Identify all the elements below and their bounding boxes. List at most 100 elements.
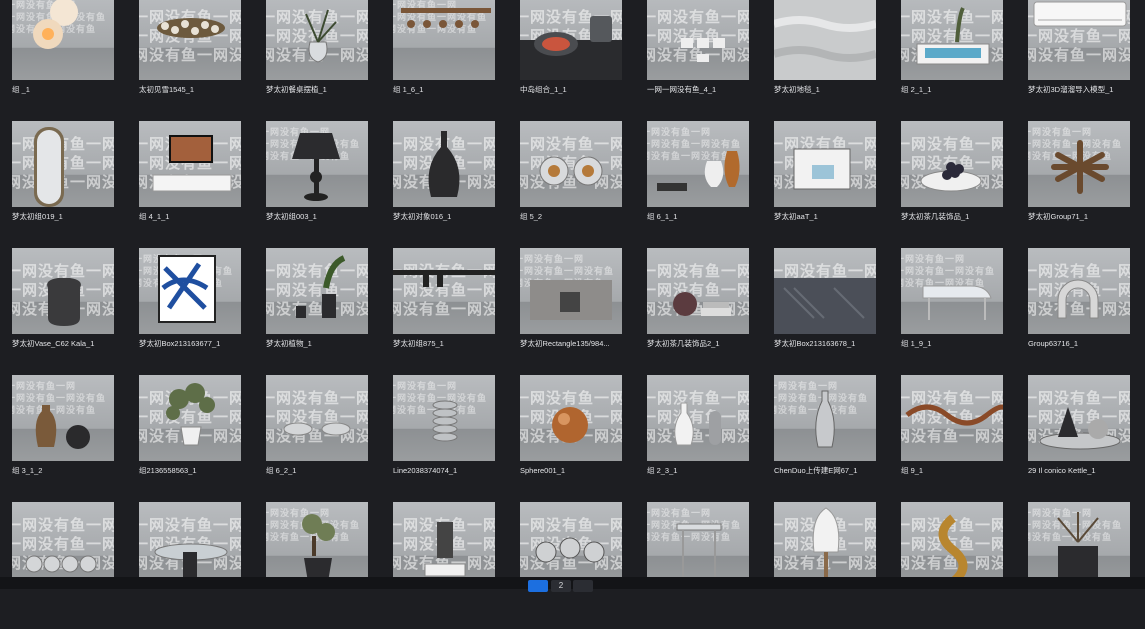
potted-plants-icon [296,255,346,318]
asset-card[interactable]: 一网没有鱼一网 一网没有鱼一网没有鱼 网没有鱼一网没有鱼梦太初植物_1 [254,248,381,375]
asset-thumbnail[interactable]: 一网没有鱼一网 一网没有鱼一网没有鱼 网没有鱼一网没有鱼 [1028,121,1130,207]
asset-thumbnail[interactable]: 一网没有鱼一网 一网没有鱼一网没有鱼 网没有鱼一网没有鱼 [266,248,368,334]
asset-thumbnail[interactable]: 一网没有鱼一网 一网没有鱼一网没有鱼 网没有鱼一网没有鱼 [1028,502,1130,588]
asset-card[interactable]: 一网没有鱼一网 一网没有鱼一网没有鱼 网没有鱼一网没有鱼一网一网没有鱼_4_1 [635,0,762,121]
asset-card[interactable]: 一网没有鱼一网 一网没有鱼一网没有鱼 网没有鱼一网没有鱼组 1_9_1 [889,248,1016,375]
asset-thumbnail[interactable]: 一网没有鱼一网 一网没有鱼一网没有鱼 网没有鱼一网没有鱼 [774,502,876,588]
asset-thumbnail[interactable]: 一网没有鱼一网 一网没有鱼一网没有鱼 网没有鱼一网没有鱼 [774,121,876,207]
next-page-button[interactable] [573,580,593,592]
asset-card[interactable]: 一网没有鱼一网 一网没有鱼一网没有鱼 网没有鱼一网没有鱼 [508,502,635,629]
asset-thumbnail[interactable]: 一网没有鱼一网 一网没有鱼一网没有鱼 网没有鱼一网没有鱼 [1028,375,1130,461]
asset-card[interactable]: 一网没有鱼一网 一网没有鱼一网没有鱼 网没有鱼一网没有鱼 Group63716_1 [1016,248,1143,375]
asset-thumbnail[interactable]: 一网没有鱼一网 一网没有鱼一网没有鱼 网没有鱼一网没有鱼 [266,0,368,80]
asset-card[interactable]: 一网没有鱼一网 一网没有鱼一网没有鱼 网没有鱼一网没有鱼梦太初组003_1 [254,121,381,248]
asset-card[interactable]: 一网没有鱼一网 一网没有鱼一网没有鱼 网没有鱼一网没有鱼 ChenDuo上传建E网… [762,375,889,502]
asset-thumbnail[interactable]: 一网没有鱼一网 一网没有鱼一网没有鱼 网没有鱼一网没有鱼 [266,502,368,588]
asset-thumbnail[interactable]: 一网没有鱼一网 一网没有鱼一网没有鱼 网没有鱼一网没有鱼 [774,375,876,461]
asset-thumbnail[interactable]: 一网没有鱼一网 一网没有鱼一网没有鱼 网没有鱼一网没有鱼 [1028,0,1130,80]
prev-page-button[interactable] [528,580,548,592]
asset-card[interactable]: 一网没有鱼一网 一网没有鱼一网没有鱼 网没有鱼一网没有鱼梦太初地毯_1 [762,0,889,121]
chrome-vase-icon [815,390,835,448]
asset-card[interactable]: 一网没有鱼一网 一网没有鱼一网没有鱼 网没有鱼一网没有鱼组 4_1_1 [127,121,254,248]
asset-thumbnail[interactable]: 一网没有鱼一网 一网没有鱼一网没有鱼 网没有鱼一网没有鱼 [12,375,114,461]
asset-thumbnail[interactable]: 一网没有鱼一网 一网没有鱼一网没有鱼 网没有鱼一网没有鱼 [12,121,114,207]
asset-card[interactable]: 一网没有鱼一网 一网没有鱼一网没有鱼 网没有鱼一网没有鱼梦太初组019_1 [0,121,127,248]
asset-card[interactable]: 一网没有鱼一网 一网没有鱼一网没有鱼 网没有鱼一网没有鱼组 2_3_1 [635,375,762,502]
asset-thumbnail[interactable]: 一网没有鱼一网 一网没有鱼一网没有鱼 网没有鱼一网没有鱼 [393,248,495,334]
asset-card[interactable]: 一网没有鱼一网 一网没有鱼一网没有鱼 网没有鱼一网没有鱼 [381,502,508,629]
asset-card[interactable]: 一网没有鱼一网 一网没有鱼一网没有鱼 网没有鱼一网没有鱼组 6_1_1 [635,121,762,248]
asset-thumbnail[interactable]: 一网没有鱼一网 一网没有鱼一网没有鱼 网没有鱼一网没有鱼 [139,248,241,334]
asset-thumbnail[interactable]: 一网没有鱼一网 一网没有鱼一网没有鱼 网没有鱼一网没有鱼 [901,375,1003,461]
asset-thumbnail[interactable]: 一网没有鱼一网 一网没有鱼一网没有鱼 网没有鱼一网没有鱼 [774,0,876,80]
asset-card[interactable]: 一网没有鱼一网 一网没有鱼一网没有鱼 网没有鱼一网没有鱼 [127,502,254,629]
asset-thumbnail[interactable]: 一网没有鱼一网 一网没有鱼一网没有鱼 网没有鱼一网没有鱼 [520,0,622,80]
asset-thumbnail[interactable]: 一网没有鱼一网 一网没有鱼一网没有鱼 网没有鱼一网没有鱼 [266,375,368,461]
asset-card[interactable]: 一网没有鱼一网 一网没有鱼一网没有鱼 网没有鱼一网没有鱼 [635,502,762,629]
asset-thumbnail[interactable]: 一网没有鱼一网 一网没有鱼一网没有鱼 网没有鱼一网没有鱼 [774,248,876,334]
asset-card[interactable]: 一网没有鱼一网 一网没有鱼一网没有鱼 网没有鱼一网没有鱼组 6_2_1 [254,375,381,502]
asset-thumbnail[interactable]: 一网没有鱼一网 一网没有鱼一网没有鱼 网没有鱼一网没有鱼 [139,0,241,80]
asset-card[interactable]: 一网没有鱼一网 一网没有鱼一网没有鱼 网没有鱼一网没有鱼梦太初组875_1 [381,248,508,375]
asset-thumbnail[interactable]: 一网没有鱼一网 一网没有鱼一网没有鱼 网没有鱼一网没有鱼 [139,502,241,588]
page-button[interactable]: 2 [551,580,571,592]
asset-thumbnail[interactable]: 一网没有鱼一网 一网没有鱼一网没有鱼 网没有鱼一网没有鱼 [520,248,622,334]
asset-card[interactable]: 一网没有鱼一网 一网没有鱼一网没有鱼 网没有鱼一网没有鱼组 9_1 [889,375,1016,502]
asset-card[interactable]: 一网没有鱼一网 一网没有鱼一网没有鱼 网没有鱼一网没有鱼梦太初对象016_1 [381,121,508,248]
asset-card[interactable]: 一网没有鱼一网 一网没有鱼一网没有鱼 网没有鱼一网没有鱼组 2_1_1 [889,0,1016,121]
asset-thumbnail[interactable]: 一网没有鱼一网 一网没有鱼一网没有鱼 网没有鱼一网没有鱼 [266,121,368,207]
asset-card[interactable]: 一网没有鱼一网 一网没有鱼一网没有鱼 网没有鱼一网没有鱼 [762,502,889,629]
asset-card[interactable]: 一网没有鱼一网 一网没有鱼一网没有鱼 网没有鱼一网没有鱼梦太初茶几装饰品_1 [889,121,1016,248]
asset-card[interactable]: 一网没有鱼一网 一网没有鱼一网没有鱼 网没有鱼一网没有鱼 梦太初Group71_1 [1016,121,1143,248]
asset-card[interactable]: 一网没有鱼一网 一网没有鱼一网没有鱼 网没有鱼一网没有鱼太初见雪1545_1 [127,0,254,121]
asset-thumbnail[interactable]: 一网没有鱼一网 一网没有鱼一网没有鱼 网没有鱼一网没有鱼 [647,248,749,334]
asset-thumbnail[interactable]: 一网没有鱼一网 一网没有鱼一网没有鱼 网没有鱼一网没有鱼 [647,121,749,207]
asset-thumbnail[interactable]: 一网没有鱼一网 一网没有鱼一网没有鱼 网没有鱼一网没有鱼 [393,121,495,207]
asset-thumbnail[interactable]: 一网没有鱼一网 一网没有鱼一网没有鱼 网没有鱼一网没有鱼 [393,375,495,461]
asset-card[interactable]: 一网没有鱼一网 一网没有鱼一网没有鱼 网没有鱼一网没有鱼梦太初餐桌摆植_1 [254,0,381,121]
asset-card[interactable]: 一网没有鱼一网 一网没有鱼一网没有鱼 网没有鱼一网没有鱼组 1_6_1 [381,0,508,121]
asset-thumbnail[interactable]: 一网没有鱼一网 一网没有鱼一网没有鱼 网没有鱼一网没有鱼 [901,248,1003,334]
asset-thumbnail[interactable]: 一网没有鱼一网 一网没有鱼一网没有鱼 网没有鱼一网没有鱼 [393,502,495,588]
asset-label: 一网一网没有鱼_4_1 [647,85,717,94]
asset-thumbnail[interactable]: 一网没有鱼一网 一网没有鱼一网没有鱼 网没有鱼一网没有鱼 [647,375,749,461]
asset-thumbnail[interactable]: 一网没有鱼一网 一网没有鱼一网没有鱼 网没有鱼一网没有鱼 [139,375,241,461]
asset-card[interactable]: 一网没有鱼一网 一网没有鱼一网没有鱼 网没有鱼一网没有鱼梦太初Rectangle… [508,248,635,375]
asset-card[interactable]: 一网没有鱼一网 一网没有鱼一网没有鱼 网没有鱼一网没有鱼组 3_1_2 [0,375,127,502]
asset-thumbnail[interactable]: 一网没有鱼一网 一网没有鱼一网没有鱼 网没有鱼一网没有鱼 [1028,248,1130,334]
asset-card[interactable]: 一网没有鱼一网 一网没有鱼一网没有鱼 网没有鱼一网没有鱼组2136558563_… [127,375,254,502]
asset-card[interactable]: 一网没有鱼一网 一网没有鱼一网没有鱼 网没有鱼一网没有鱼 29 Il conico… [1016,375,1143,502]
asset-card[interactable]: 一网没有鱼一网 一网没有鱼一网没有鱼 网没有鱼一网没有鱼梦太初Vase_C62 … [0,248,127,375]
asset-thumbnail[interactable]: 一网没有鱼一网 一网没有鱼一网没有鱼 网没有鱼一网没有鱼 [647,502,749,588]
asset-thumbnail[interactable]: 一网没有鱼一网 一网没有鱼一网没有鱼 网没有鱼一网没有鱼 [520,375,622,461]
glass-beads-icon [25,555,97,573]
asset-card[interactable]: 一网没有鱼一网 一网没有鱼一网没有鱼 网没有鱼一网没有鱼梦太初Box213163… [127,248,254,375]
asset-thumbnail[interactable]: 一网没有鱼一网 一网没有鱼一网没有鱼 网没有鱼一网没有鱼 [393,0,495,80]
asset-thumbnail[interactable]: 一网没有鱼一网 一网没有鱼一网没有鱼 网没有鱼一网没有鱼 [901,121,1003,207]
asset-label: 梦太初对象016_1 [393,212,452,221]
asset-thumbnail[interactable]: 一网没有鱼一网 一网没有鱼一网没有鱼 网没有鱼一网没有鱼 [12,248,114,334]
asset-card[interactable]: 一网没有鱼一网 一网没有鱼一网没有鱼 网没有鱼一网没有鱼中岛组合_1_1 [508,0,635,121]
books-vases-icon [657,151,740,191]
asset-thumbnail[interactable]: 一网没有鱼一网 一网没有鱼一网没有鱼 网没有鱼一网没有鱼 [12,502,114,588]
sculpture-burst-icon [1051,140,1109,194]
asset-thumbnail[interactable]: 一网没有鱼一网 一网没有鱼一网没有鱼 网没有鱼一网没有鱼 [901,502,1003,588]
asset-card[interactable]: 一网没有鱼一网 一网没有鱼一网没有鱼 网没有鱼一网没有鱼梦太初茶几装饰品2_1 [635,248,762,375]
asset-card[interactable]: 一网没有鱼一网 一网没有鱼一网没有鱼 网没有鱼一网没有鱼梦太初aaT_1 [762,121,889,248]
asset-thumbnail[interactable]: 一网没有鱼一网 一网没有鱼一网没有鱼 网没有鱼一网没有鱼 [901,0,1003,80]
asset-card[interactable]: 一网没有鱼一网 一网没有鱼一网没有鱼 网没有鱼一网没有鱼梦太初Box213163… [762,248,889,375]
asset-card[interactable]: 一网没有鱼一网 一网没有鱼一网没有鱼 网没有鱼一网没有鱼 [889,502,1016,629]
asset-card[interactable]: 一网没有鱼一网 一网没有鱼一网没有鱼 网没有鱼一网没有鱼 Sphere001_1 [508,375,635,502]
asset-card[interactable]: 一网没有鱼一网 一网没有鱼一网没有鱼 网没有鱼一网没有鱼 [0,502,127,629]
asset-thumbnail[interactable]: 一网没有鱼一网 一网没有鱼一网没有鱼 网没有鱼一网没有鱼 [139,121,241,207]
asset-card[interactable]: 一网没有鱼一网 一网没有鱼一网没有鱼 网没有鱼一网没有鱼 [1016,502,1143,629]
asset-card[interactable]: 一网没有鱼一网 一网没有鱼一网没有鱼 网没有鱼一网没有鱼组 _1 [0,0,127,121]
asset-thumbnail[interactable]: 一网没有鱼一网 一网没有鱼一网没有鱼 网没有鱼一网没有鱼 [520,502,622,588]
asset-card[interactable]: 一网没有鱼一网 一网没有鱼一网没有鱼 网没有鱼一网没有鱼组 5_2 [508,121,635,248]
asset-card[interactable]: 一网没有鱼一网 一网没有鱼一网没有鱼 网没有鱼一网没有鱼 [254,502,381,629]
asset-card[interactable]: 一网没有鱼一网 一网没有鱼一网没有鱼 网没有鱼一网没有鱼梦太初3D溜溜导入模型_… [1016,0,1143,121]
asset-card[interactable]: 一网没有鱼一网 一网没有鱼一网没有鱼 网没有鱼一网没有鱼 Line20383740… [381,375,508,502]
asset-thumbnail[interactable]: 一网没有鱼一网 一网没有鱼一网没有鱼 网没有鱼一网没有鱼 [520,121,622,207]
asset-thumbnail[interactable]: 一网没有鱼一网 一网没有鱼一网没有鱼 网没有鱼一网没有鱼 [12,0,114,80]
asset-thumbnail[interactable]: 一网没有鱼一网 一网没有鱼一网没有鱼 网没有鱼一网没有鱼 [647,0,749,80]
